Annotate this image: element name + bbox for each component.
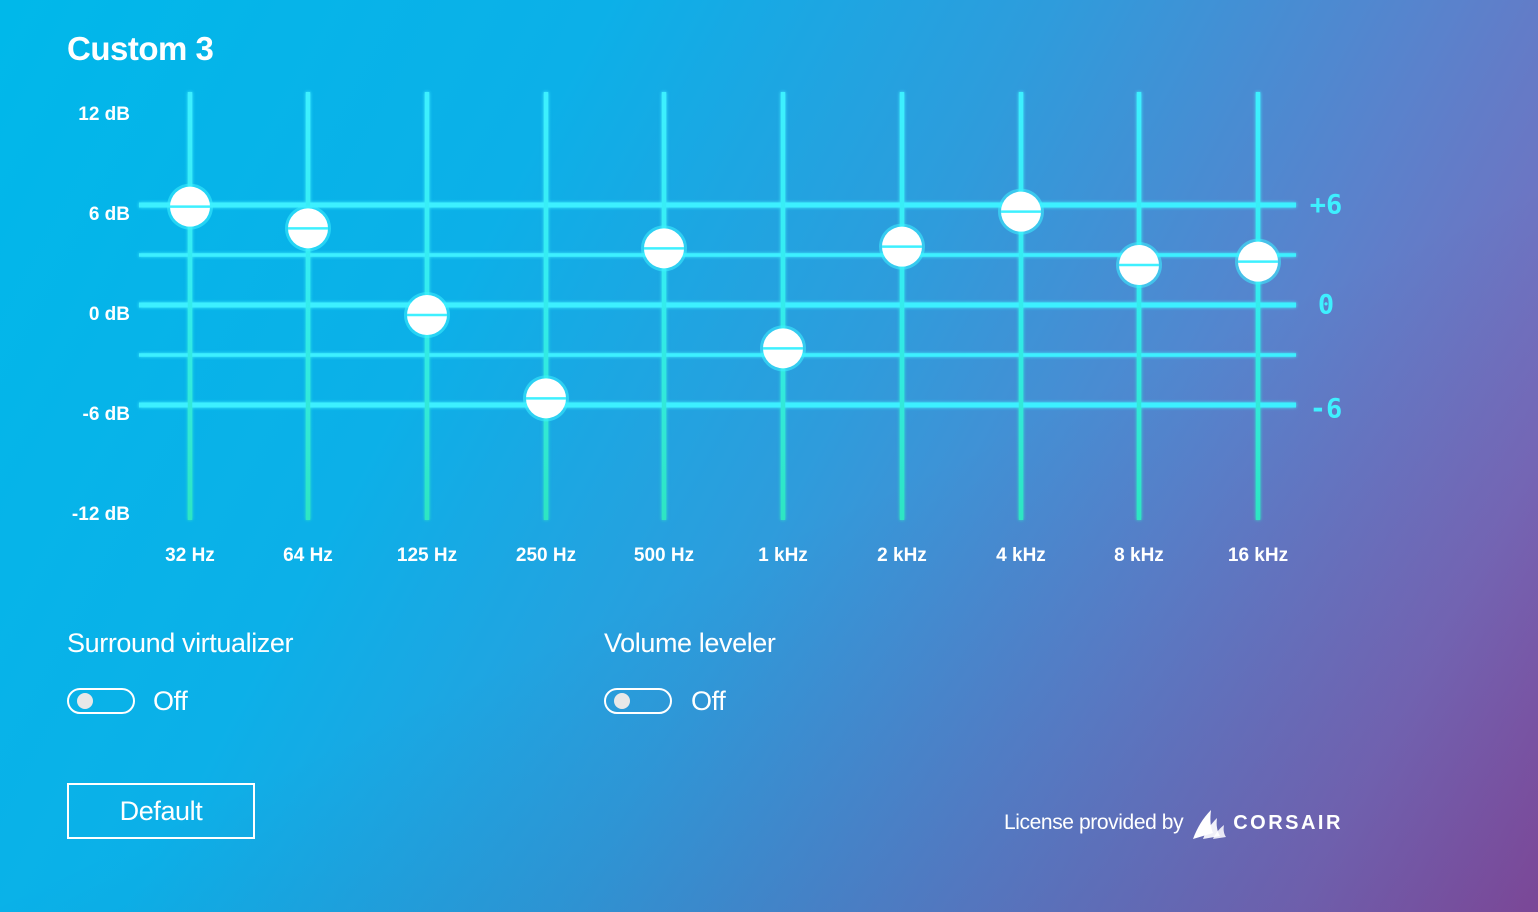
band-slider-knob[interactable] xyxy=(641,225,687,272)
band-slider-knob[interactable] xyxy=(167,183,213,230)
band-label: 64 Hz xyxy=(283,545,333,566)
band-slider-knob[interactable] xyxy=(998,188,1044,235)
band-slider-knob[interactable] xyxy=(1235,238,1281,285)
brand-name: CORSAIR xyxy=(1233,811,1343,834)
band-label: 8 kHz xyxy=(1114,545,1164,566)
band-label: 32 Hz xyxy=(165,545,215,566)
band-label: 500 Hz xyxy=(633,545,695,566)
corsair-sails-logo-icon xyxy=(1193,810,1227,839)
band-slider-knob[interactable] xyxy=(1116,242,1162,288)
volume-leveler-state: Off xyxy=(691,686,726,716)
band-label: 125 Hz xyxy=(396,545,458,566)
surround-virtualizer-toggle[interactable] xyxy=(67,688,135,714)
surround-virtualizer-state: Off xyxy=(153,686,188,716)
eq-marker-minus-6: -6 xyxy=(1309,393,1343,425)
toggle-knob xyxy=(614,693,630,709)
band-label: 4 kHz xyxy=(996,545,1046,566)
band-slider-knob[interactable] xyxy=(523,375,569,422)
eq-marker-0: 0 xyxy=(1317,289,1335,321)
default-button[interactable]: Default xyxy=(67,783,255,839)
license-credit: License provided by CORSAIR xyxy=(1004,808,1343,839)
band-slider-knob[interactable] xyxy=(404,292,450,338)
eq-marker-plus-6: +6 xyxy=(1309,189,1343,221)
band-label: 1 kHz xyxy=(758,545,808,566)
band-label: 250 Hz xyxy=(515,545,577,566)
license-text: License provided by xyxy=(1004,811,1184,834)
toggle-knob xyxy=(77,693,93,709)
surround-virtualizer-label: Surround virtualizer xyxy=(67,628,294,658)
band-slider-knob[interactable] xyxy=(285,205,331,252)
band-slider-knob[interactable] xyxy=(760,325,806,372)
volume-leveler-label: Volume leveler xyxy=(604,628,776,658)
volume-leveler-toggle[interactable] xyxy=(604,688,672,714)
band-slider-knob[interactable] xyxy=(879,223,925,270)
band-label: 16 kHz xyxy=(1227,545,1289,566)
band-label: 2 kHz xyxy=(877,545,927,566)
